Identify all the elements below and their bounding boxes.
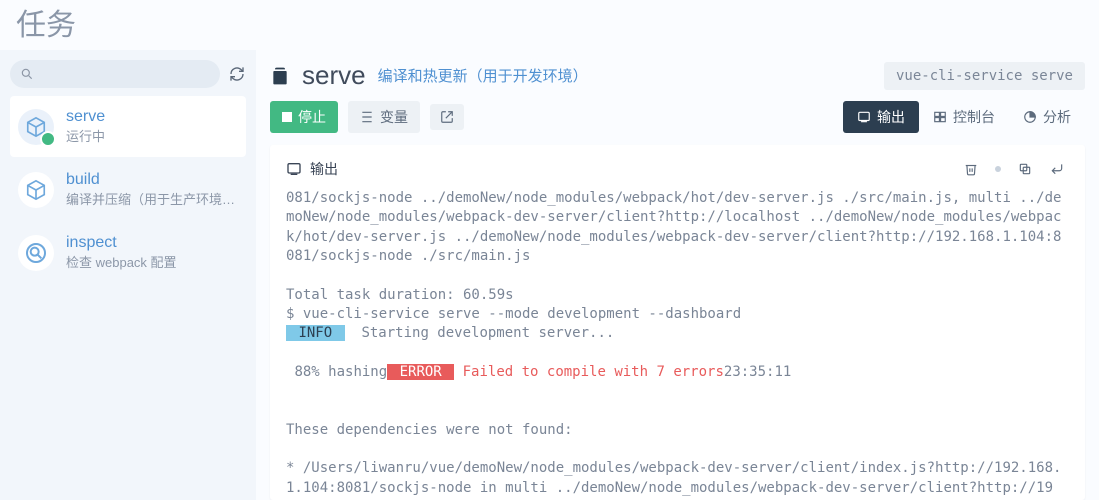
task-description: 编译和热更新（用于开发环境） — [378, 65, 588, 86]
tab-analyze-label: 分析 — [1043, 107, 1071, 127]
task-subtitle: 运行中 — [66, 126, 105, 145]
task-title: serve — [302, 60, 366, 91]
stop-icon — [282, 112, 292, 122]
tab-output-label: 输出 — [877, 107, 905, 127]
terminal-line: Total task duration: 60.59s — [286, 287, 514, 303]
vars-button[interactable]: 变量 — [348, 101, 420, 133]
return-icon — [1050, 162, 1064, 176]
output-panel-icon — [286, 161, 302, 177]
search-icon — [20, 67, 34, 81]
task-name: serve — [66, 108, 105, 126]
vars-label: 变量 — [380, 107, 408, 127]
copy-button[interactable] — [1013, 157, 1037, 181]
refresh-icon — [229, 66, 245, 82]
main-panel: serve 编译和热更新（用于开发环境） vue-cli-service ser… — [256, 50, 1099, 500]
command-chip: vue-cli-service serve — [884, 62, 1085, 90]
scroll-bottom-button[interactable] — [1045, 157, 1069, 181]
task-name: inspect — [66, 234, 177, 252]
info-badge: INFO — [286, 325, 345, 341]
terminal-line: Starting development server... — [345, 325, 615, 341]
sidebar-task-inspect[interactable]: inspect检查 webpack 配置 — [10, 222, 246, 283]
output-panel-title: 输出 — [310, 159, 338, 179]
task-icon — [18, 172, 54, 208]
terminal-line: $ vue-cli-service serve --mode developme… — [286, 306, 741, 322]
tab-console-label: 控制台 — [953, 107, 995, 127]
open-external-icon — [440, 110, 454, 124]
tab-analyze[interactable]: 分析 — [1009, 101, 1085, 133]
sidebar-task-build[interactable]: build编译并压缩（用于生产环境… — [10, 159, 246, 220]
analyze-icon — [1023, 110, 1037, 124]
sidebar: serve运行中build编译并压缩（用于生产环境…inspect检查 webp… — [0, 50, 256, 500]
open-button[interactable] — [430, 104, 464, 130]
terminal-line: 88% hashing — [286, 364, 387, 380]
search-input[interactable] — [34, 67, 210, 82]
task-name: build — [66, 171, 235, 189]
task-subtitle: 检查 webpack 配置 — [66, 252, 177, 271]
copy-icon — [1018, 162, 1032, 176]
indicator-dot — [995, 166, 1001, 172]
sidebar-task-serve[interactable]: serve运行中 — [10, 96, 246, 157]
terminal-timestamp: 23:35:11 — [724, 364, 791, 380]
clipboard-icon — [270, 65, 290, 87]
task-icon — [18, 235, 54, 271]
vars-icon — [360, 110, 374, 124]
search-input-wrap[interactable] — [10, 60, 220, 88]
trash-icon — [964, 162, 978, 176]
refresh-button[interactable] — [228, 60, 246, 88]
terminal-line: These dependencies were not found: — [286, 422, 573, 438]
stop-label: 停止 — [298, 107, 326, 127]
console-icon — [933, 110, 947, 124]
output-icon — [857, 110, 871, 124]
stop-button[interactable]: 停止 — [270, 101, 338, 133]
task-icon — [18, 109, 54, 145]
tab-output[interactable]: 输出 — [843, 101, 919, 133]
terminal-line: 081/sockjs-node ../demoNew/node_modules/… — [286, 190, 1061, 264]
task-subtitle: 编译并压缩（用于生产环境… — [66, 189, 235, 208]
terminal-error-text: Failed to compile with 7 errors — [454, 364, 724, 380]
trash-button[interactable] — [959, 157, 983, 181]
tab-console[interactable]: 控制台 — [919, 101, 1009, 133]
terminal-output[interactable]: 081/sockjs-node ../demoNew/node_modules/… — [270, 189, 1085, 500]
terminal-line: * /Users/liwanru/vue/demoNew/node_module… — [286, 460, 1061, 500]
error-badge: ERROR — [387, 364, 454, 380]
page-title: 任务 — [0, 0, 1099, 50]
